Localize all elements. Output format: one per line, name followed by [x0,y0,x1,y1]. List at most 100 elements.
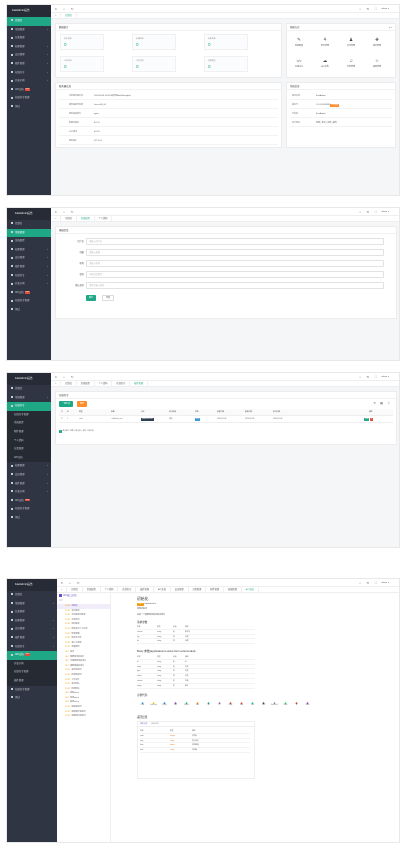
tab-profile[interactable]: 个人资料 [95,381,113,386]
add-icon[interactable]: + ‹ [389,24,392,31]
sdk-lang[interactable]: ◆ Shell [258,701,269,706]
sidebar-item-member[interactable]: 会员管理 ‹ [7,625,57,634]
sdk-lang[interactable]: ◆ Go [203,701,214,706]
check-update-button[interactable]: 检查更新 [330,104,340,107]
reset-button[interactable]: 重置 [102,295,115,301]
export-icon[interactable]: ⇩ [387,401,390,405]
sidebar-item-example[interactable]: 开发示例 ‹ [7,77,51,86]
row-checkbox[interactable]: ☐ [61,416,63,423]
sdk-lang[interactable]: ◆ Dart [247,701,258,706]
info-links[interactable]: 官网 | 论坛 | 文档 | 插件 [316,119,337,127]
username-input[interactable]: 请输入用户名 [86,238,384,245]
sdk-lang[interactable]: ◆ Python [181,701,192,706]
sidebar-item-addon[interactable]: 插件管理 ‹ [7,60,51,69]
col-header[interactable]: 参数 [111,409,115,416]
sidebar-item-online[interactable]: 在线命令 ‹ [7,69,51,78]
sidebar-item-online-cmd[interactable]: 在线命令管理 [7,297,51,306]
menu-toggle-icon[interactable]: ≡ [55,375,57,379]
col-header[interactable]: 创建时间 [217,409,224,416]
sdk-lang[interactable]: ◆ Java [192,701,203,706]
fullscreen-icon[interactable]: ⛶ [375,375,377,379]
resp-tab-fail[interactable]: 失败示例 [151,723,158,725]
sidebar-item-general[interactable]: 常规管理 ‹ [7,600,57,609]
sidebar-item-api[interactable]: API文档 new [7,86,51,95]
quick-category[interactable]: ♫ 分类管理 [344,57,358,71]
fullscreen-icon[interactable]: ⛶ [375,7,377,11]
password-input[interactable]: 不修改请留空 [86,271,384,278]
sidebar-item-addon[interactable]: 插件管理 ‹ [7,634,57,643]
tab-addon[interactable]: 插件管理 [130,381,148,386]
refresh-icon[interactable]: ↻ [77,581,80,585]
user-menu[interactable]: admin ▾ [381,210,389,213]
home-icon[interactable]: ⌂ [63,375,65,379]
sidebar-item-member[interactable]: 会员管理 ‹ [7,254,51,263]
tab-home-icon[interactable]: ⌂ [51,216,62,221]
sidebar-item-auth[interactable]: 权限管理 ‹ [7,617,57,626]
col-header[interactable]: 更新时间 [245,409,252,416]
sidebar-subitem[interactable]: API文档 [7,453,51,463]
sdk-lang[interactable]: ◆ JavaScript [148,701,159,706]
sidebar-subitem[interactable]: 附件管理 [7,427,51,437]
sdk-lang[interactable]: ◆ PHP [170,701,181,706]
refresh-icon[interactable]: ↻ [71,375,74,379]
select-all-checkbox[interactable]: ☐ [61,409,63,416]
add-command-button[interactable]: 一键生成 [59,401,74,407]
sidebar-subitem[interactable]: 插件管理 [7,676,57,686]
sidebar-subitem[interactable]: 个人资料 [7,436,51,446]
sidebar-item-api[interactable]: API文档 new [7,497,51,506]
sidebar-subitem[interactable]: 开发示例 [7,659,57,669]
menu-toggle-icon[interactable]: ≡ [55,210,57,214]
col-header[interactable]: 类型 [79,409,83,416]
sidebar-item-auth[interactable]: 权限管理 ‹ [7,246,51,255]
sidebar-item-dashboard[interactable]: 控制台 [7,17,51,26]
home-front-icon[interactable]: ⌂ [359,210,361,214]
col-header[interactable]: 命令 [141,409,145,416]
sidebar-subitem[interactable]: 在线命令管理 [7,668,57,677]
tab-profile[interactable]: 个人资料 [95,216,113,221]
home-front-icon[interactable]: ⌂ [359,581,361,585]
home-front-icon[interactable]: ⌂ [359,375,361,379]
tab-dashboard[interactable]: 控制台 [61,13,77,18]
sidebar-item-test[interactable]: 测试 [7,103,51,112]
sidebar-item-member[interactable]: 会员管理 ‹ [7,51,51,60]
sidebar-item-general[interactable]: 常规管理 ‹ [7,26,51,35]
sidebar-item-dashboard[interactable]: 控制台 [7,591,57,600]
sidebar-item-dashboard[interactable]: 控制台 [7,385,51,394]
sdk-lang[interactable]: ◆ cURL [137,701,148,706]
email-input[interactable]: 请输入邮箱 [86,249,384,256]
confirm-input[interactable]: 请再次输入密码 [86,282,384,289]
sidebar-item-online[interactable]: 在线命令 [7,402,51,411]
col-header[interactable]: 执行时间 [273,409,280,416]
quick-auth[interactable]: ☆ 权限管理 [370,57,384,71]
sidebar-subitem[interactable]: 系统配置 [7,419,51,428]
user-menu[interactable]: admin ▾ [381,7,389,10]
fullscreen-icon[interactable]: ⛶ [375,210,377,214]
sidebar-item-online[interactable]: 在线命令 ‹ [7,272,51,281]
sidebar-item-api[interactable]: API文档 new [7,651,57,660]
col-header[interactable]: ID [67,409,69,416]
sidebar-item-online-cmd[interactable]: 在线命令管理 [7,94,51,103]
clear-cache-icon[interactable]: ⟲ [366,210,369,214]
clear-cache-icon[interactable]: ⟲ [366,375,369,379]
sdk-lang[interactable]: ◆ jQuery [159,701,170,706]
sidebar-item-test[interactable]: 测试 [7,306,51,315]
submit-button[interactable]: 确定 [86,295,97,301]
sidebar-item-member[interactable]: 会员管理 ‹ [7,471,51,480]
sidebar-item-category[interactable]: 分类管理 [7,34,51,43]
col-header[interactable]: 状态 [195,409,199,416]
sidebar-item-general[interactable]: 常规管理 [7,228,51,238]
quick-online[interactable]: </> 在线命令 [292,57,306,71]
home-front-icon[interactable]: ⌂ [359,7,361,11]
sidebar-item-addon[interactable]: 插件管理 ‹ [7,263,51,272]
tab-home-icon[interactable]: ⌂ [51,13,62,18]
sdk-lang[interactable]: ◆ Ruby [225,701,236,706]
sidebar-item-dashboard[interactable]: 控制台 [7,220,51,229]
user-menu[interactable]: admin ▾ [381,375,389,378]
sdk-lang[interactable]: ◆ Node [280,701,291,706]
table-row[interactable]: ☐ 1 crud --table=fa_test php think crud … [59,416,393,423]
fullscreen-icon[interactable]: ⛶ [375,581,377,585]
sidebar-item-example[interactable]: 开发示例 ‹ [7,280,51,289]
clear-cache-icon[interactable]: ⟲ [366,7,369,11]
tab-home-icon[interactable]: ⌂ [51,381,62,386]
sidebar-item-online[interactable]: 在线命令 ‹ [7,643,57,652]
